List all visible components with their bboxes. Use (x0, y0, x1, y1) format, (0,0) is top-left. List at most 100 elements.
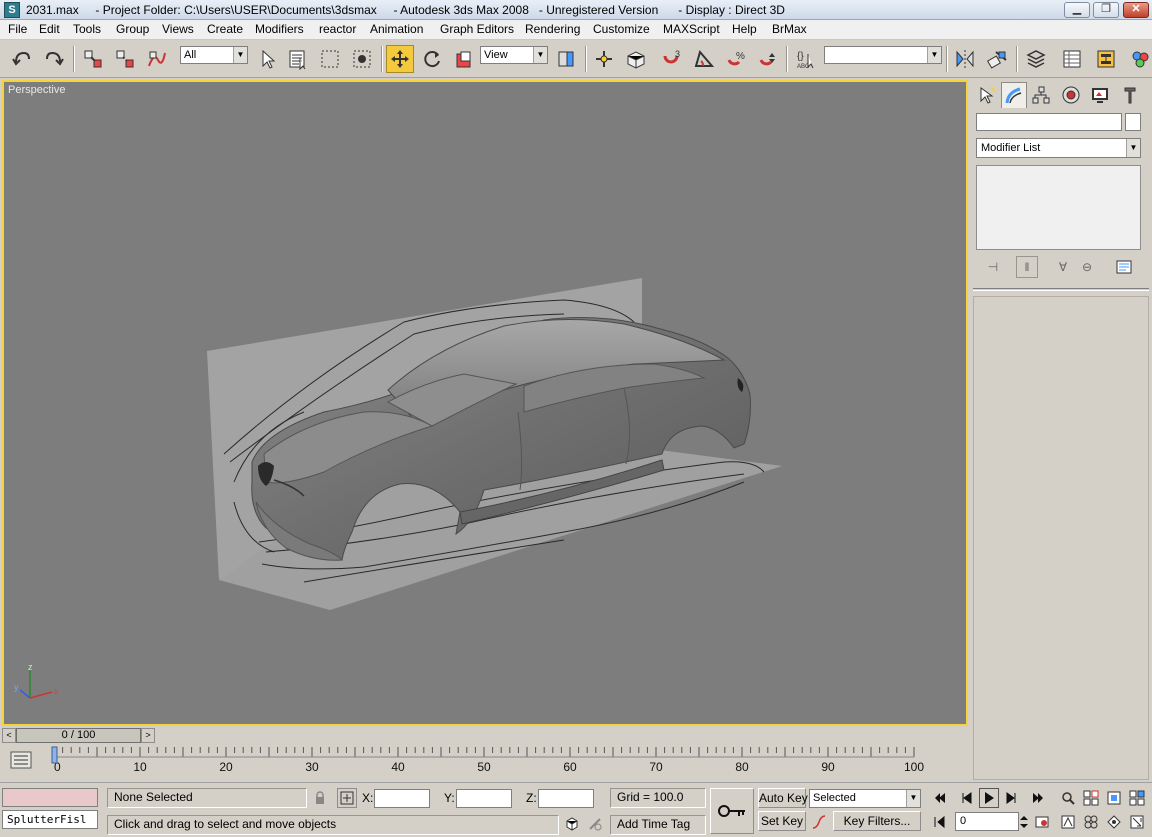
pan-icon[interactable] (1081, 812, 1101, 832)
frame-spinner-icon[interactable] (1018, 812, 1030, 832)
menu-create[interactable]: Create (207, 22, 243, 36)
select-and-move-icon[interactable] (386, 45, 414, 73)
select-object-icon[interactable] (254, 45, 282, 73)
select-and-link-icon[interactable] (79, 45, 107, 73)
add-time-tag[interactable]: Add Time Tag (610, 815, 706, 835)
set-key-button[interactable] (710, 788, 754, 834)
snaps-toggle-icon[interactable]: 3 (658, 45, 686, 73)
zoom-all-icon[interactable] (1081, 788, 1101, 808)
default-tangents-icon[interactable] (809, 812, 829, 832)
zoom-extents-all-icon[interactable] (1127, 788, 1147, 808)
menu-reactor[interactable]: reactor (319, 22, 356, 36)
display-tab[interactable] (1087, 82, 1113, 108)
z-coordinate-input[interactable] (538, 789, 594, 808)
bind-to-space-warp-icon[interactable] (143, 45, 171, 73)
utilities-tab[interactable] (1117, 82, 1143, 108)
maxscript-listener-input[interactable]: SplutterFisl (2, 810, 98, 829)
next-frame-button[interactable]: > (141, 728, 155, 743)
material-editor-icon[interactable] (1126, 45, 1152, 73)
minimize-button[interactable]: ▁ (1064, 2, 1090, 18)
close-button[interactable]: ✕ (1123, 2, 1149, 18)
spinner-snap-toggle-icon[interactable] (754, 45, 782, 73)
maximize-viewport-icon[interactable] (1127, 812, 1147, 832)
modifier-list-dropdown[interactable]: Modifier List ▼ (976, 138, 1141, 158)
align-icon[interactable] (983, 45, 1011, 73)
select-and-scale-icon[interactable] (450, 45, 478, 73)
edit-named-selection-icon[interactable]: {} ABC (792, 45, 820, 73)
menu-help[interactable]: Help (732, 22, 757, 36)
angle-snap-toggle-icon[interactable] (690, 45, 718, 73)
key-filters-button[interactable]: Key Filters... (833, 811, 921, 831)
configure-modifier-sets-icon[interactable] (1113, 256, 1135, 278)
percent-snap-toggle-icon[interactable]: % (722, 45, 750, 73)
show-end-result-icon[interactable]: ‖ (1016, 256, 1038, 278)
undo-icon[interactable] (8, 45, 36, 73)
menu-maxscript[interactable]: MAXScript (663, 22, 720, 36)
y-coordinate-input[interactable] (456, 789, 512, 808)
menu-edit[interactable]: Edit (39, 22, 60, 36)
menu-views[interactable]: Views (162, 22, 194, 36)
maxscript-listener-top[interactable] (2, 788, 98, 807)
make-unique-icon[interactable]: ∀ (1052, 256, 1074, 278)
schematic-view-icon[interactable] (1092, 45, 1120, 73)
current-frame-input[interactable]: 0 (955, 812, 1019, 831)
current-frame-marker[interactable] (51, 746, 58, 764)
menu-animation[interactable]: Animation (370, 22, 423, 36)
select-and-rotate-icon[interactable] (418, 45, 446, 73)
zoom-extents-icon[interactable] (1104, 788, 1124, 808)
select-by-name-icon[interactable] (284, 45, 312, 73)
unlink-selection-icon[interactable] (111, 45, 139, 73)
modifier-stack[interactable] (976, 165, 1141, 250)
absolute-transform-icon[interactable] (337, 788, 357, 808)
motion-tab[interactable] (1058, 82, 1084, 108)
modify-tab[interactable] (1001, 82, 1027, 108)
rectangular-selection-region-icon[interactable] (316, 45, 344, 73)
object-name-input[interactable] (976, 113, 1122, 131)
window-crossing-icon[interactable] (348, 45, 376, 73)
select-and-manipulate-icon[interactable] (590, 45, 618, 73)
play-icon[interactable] (979, 788, 999, 808)
lock-icon[interactable] (310, 788, 330, 808)
maximize-button[interactable]: ❐ (1093, 2, 1119, 18)
x-coordinate-input[interactable] (374, 789, 430, 808)
selection-filter-dropdown[interactable]: All ▼ (180, 46, 248, 64)
viewport-scene[interactable] (4, 82, 966, 724)
create-tab[interactable] (974, 82, 1000, 108)
menu-tools[interactable]: Tools (73, 22, 101, 36)
pin-stack-icon[interactable]: ⊣ (982, 256, 1004, 278)
track-bar[interactable]: 0 10 20 30 40 50 60 70 80 90 100 (0, 745, 968, 779)
perspective-viewport[interactable]: Perspective z x y (2, 80, 968, 726)
arc-rotate-icon[interactable] (1104, 812, 1124, 832)
previous-frame-icon[interactable] (956, 788, 976, 808)
menu-rendering[interactable]: Rendering (525, 22, 580, 36)
go-to-start-icon[interactable] (930, 788, 950, 808)
mini-curve-editor-icon[interactable] (10, 751, 32, 769)
field-of-view-icon[interactable] (1058, 812, 1078, 832)
object-color-swatch[interactable] (1125, 113, 1141, 131)
remove-modifier-icon[interactable]: ⊖ (1076, 256, 1098, 278)
time-slider-thumb[interactable]: 0 / 100 (16, 728, 141, 743)
layer-manager-icon[interactable] (1022, 45, 1050, 73)
set-key-mode-button[interactable]: Set Key (758, 811, 806, 831)
menu-customize[interactable]: Customize (593, 22, 650, 36)
menu-brmax[interactable]: BrMax (772, 22, 807, 36)
time-configuration-icon[interactable] (1032, 812, 1052, 832)
zoom-icon[interactable] (1058, 788, 1078, 808)
redo-icon[interactable] (40, 45, 68, 73)
curve-editor-icon[interactable] (1058, 45, 1086, 73)
key-mode-dropdown[interactable]: Selected ▼ (809, 789, 921, 808)
track-ruler[interactable]: 0 10 20 30 40 50 60 70 80 90 100 (48, 745, 968, 779)
menu-modifiers[interactable]: Modifiers (255, 22, 304, 36)
mirror-icon[interactable] (951, 45, 979, 73)
key-mode-toggle-icon[interactable] (930, 812, 950, 832)
app-icon[interactable]: S (4, 2, 20, 18)
reference-coordinate-dropdown[interactable]: View ▼ (480, 46, 548, 64)
auto-key-button[interactable]: Auto Key (758, 788, 808, 808)
previous-frame-button[interactable]: < (2, 728, 16, 743)
menu-graph-editors[interactable]: Graph Editors (440, 22, 514, 36)
time-tag-icon[interactable] (585, 814, 605, 834)
use-pivot-point-center-icon[interactable] (552, 45, 580, 73)
named-selection-sets-dropdown[interactable]: ▼ (824, 46, 942, 64)
selection-lock-icon[interactable] (562, 814, 582, 834)
hierarchy-tab[interactable] (1028, 82, 1054, 108)
